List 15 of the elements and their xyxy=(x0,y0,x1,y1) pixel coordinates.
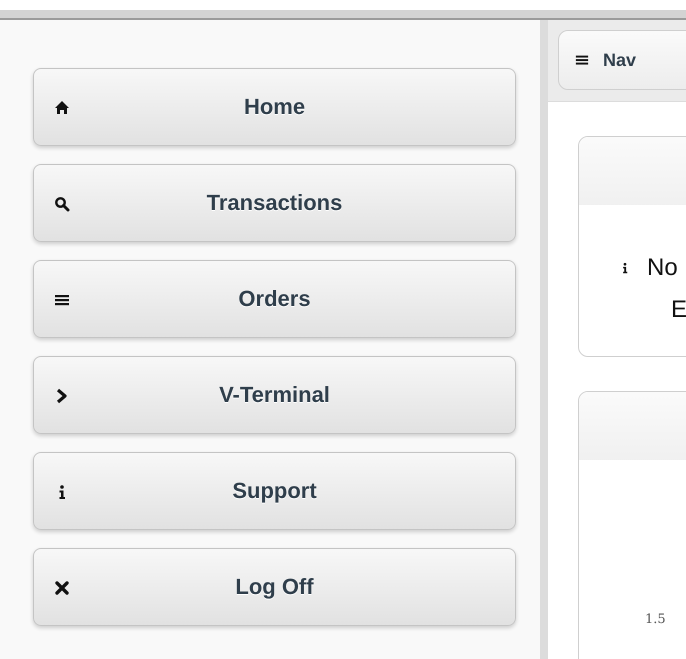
menu-button[interactable]: Home xyxy=(33,68,516,146)
menu-button[interactable]: V-Terminal xyxy=(33,356,516,434)
notice-text: E xyxy=(671,296,686,324)
axis-tick-label: 1.5 xyxy=(645,612,666,627)
notice-text: No xyxy=(647,254,678,282)
home-icon xyxy=(54,100,70,116)
menu-icon xyxy=(575,53,589,67)
nav-button[interactable]: Nav xyxy=(558,30,686,90)
menu-button[interactable]: Transactions xyxy=(33,164,516,242)
menu-button[interactable]: Log Off xyxy=(33,548,516,626)
search-icon xyxy=(54,196,70,212)
close-icon xyxy=(54,580,70,596)
menu-button[interactable]: Support xyxy=(33,452,516,530)
menu-button[interactable]: Orders xyxy=(33,260,516,338)
menu-icon xyxy=(54,292,70,308)
